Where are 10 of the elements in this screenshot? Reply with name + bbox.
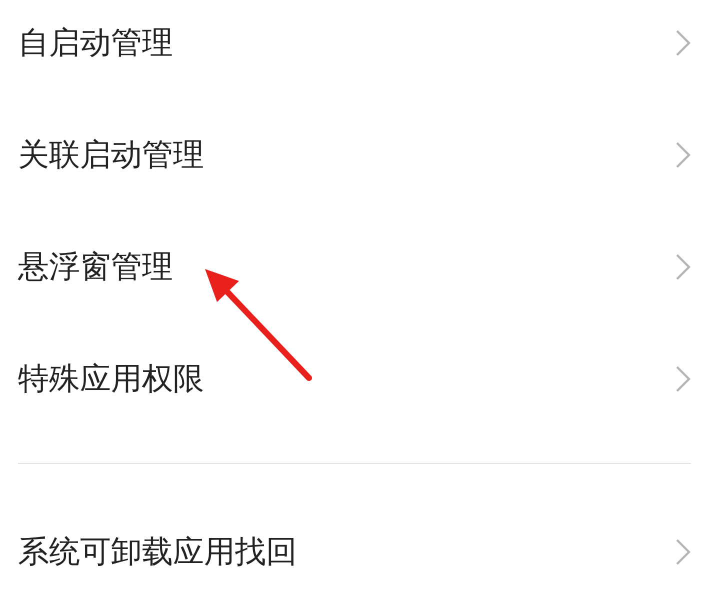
- chevron-icon: [675, 365, 691, 393]
- menu-item-label[interactable]: 系统可卸载应用找回: [18, 531, 297, 573]
- menu-item-label[interactable]: 关联启动管理: [18, 134, 204, 176]
- menu-item-label[interactable]: 悬浮窗管理: [18, 246, 173, 288]
- chevron-icon: [675, 538, 691, 566]
- menu-item-label[interactable]: 自启动管理: [18, 22, 173, 64]
- chevron-icon: [675, 253, 691, 281]
- chevron-icon: [675, 141, 691, 169]
- menu-item-label[interactable]: 特殊应用权限: [18, 358, 204, 400]
- chevron-icon: [675, 29, 691, 57]
